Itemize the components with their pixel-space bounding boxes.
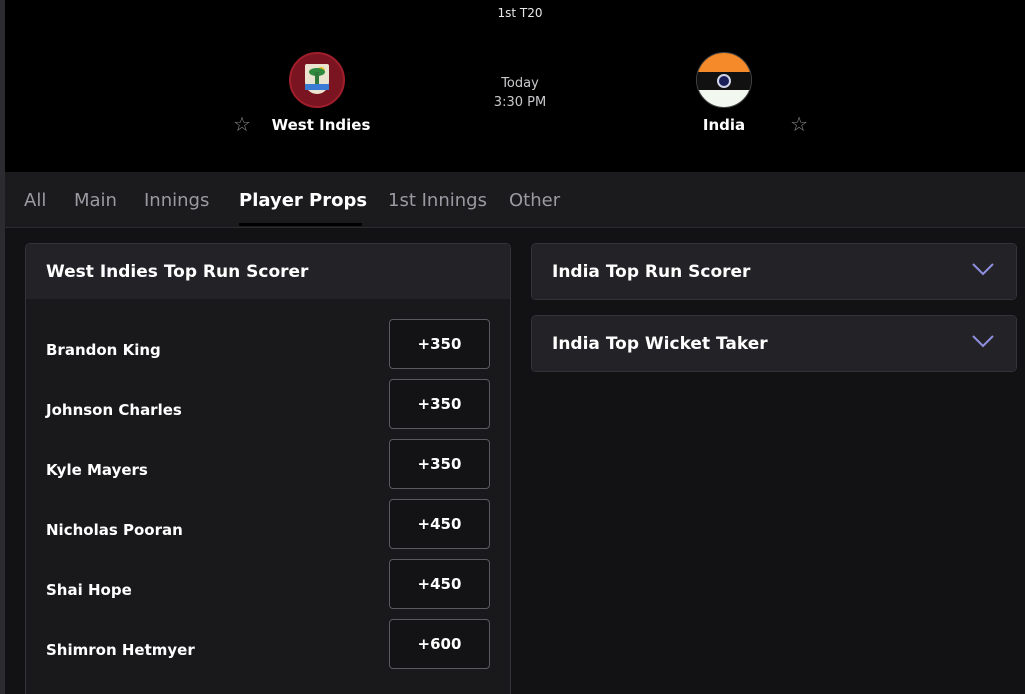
match-day: Today (501, 76, 539, 91)
selection-row: Nicholas Pooran +450 (26, 499, 512, 559)
player-name: Kyle Mayers (46, 461, 148, 479)
active-tab-indicator (239, 223, 362, 226)
home-team-name: West Indies (271, 116, 371, 134)
market-india-top-run-scorer[interactable]: India Top Run Scorer (531, 243, 1017, 300)
india-flag-logo (696, 52, 752, 108)
selection-row: Shimron Hetmyer +600 (26, 619, 512, 679)
odds-button[interactable]: +450 (389, 499, 490, 549)
ashoka-chakra-icon (717, 73, 731, 88)
player-name: Shimron Hetmyer (46, 641, 195, 659)
selection-row: Kyle Mayers +350 (26, 439, 512, 499)
chevron-down-icon[interactable] (972, 262, 994, 276)
odds-button[interactable]: +350 (389, 439, 490, 489)
selection-row: Brandon King +350 (26, 319, 512, 379)
market-title[interactable]: India Top Run Scorer (532, 244, 1016, 299)
favorite-star-icon[interactable]: ☆ (233, 114, 251, 134)
market-wi-top-run-scorer: West Indies Top Run Scorer Brandon King … (25, 243, 511, 694)
tab-innings[interactable]: Innings (144, 190, 209, 211)
odds-button[interactable]: +450 (389, 559, 490, 609)
tab-player-props[interactable]: Player Props (239, 190, 367, 211)
match-header: 1st T20 ☆ West Indies Today 3:30 PM Indi… (5, 0, 1025, 172)
match-type-label: 1st T20 (497, 6, 543, 20)
market-india-top-wicket-taker[interactable]: India Top Wicket Taker (531, 315, 1017, 372)
team-away: India ☆ (664, 52, 808, 136)
favorite-star-icon[interactable]: ☆ (790, 114, 808, 134)
market-tabs: All Main Innings Player Props 1st Inning… (5, 172, 1025, 228)
odds-button[interactable]: +600 (389, 619, 490, 669)
selection-row: Johnson Charles +350 (26, 379, 512, 439)
chevron-down-icon[interactable] (972, 334, 994, 348)
away-team-name: India (702, 116, 746, 134)
tab-main[interactable]: Main (74, 190, 117, 211)
market-title[interactable]: India Top Wicket Taker (532, 316, 1016, 371)
match-start-time: Today 3:30 PM (5, 74, 1025, 112)
match-clock-time: 3:30 PM (493, 95, 547, 110)
tab-other[interactable]: Other (509, 190, 560, 211)
player-name: Johnson Charles (46, 401, 182, 419)
odds-button[interactable]: +350 (389, 379, 490, 429)
tab-1st-innings[interactable]: 1st Innings (388, 190, 487, 211)
player-name: Shai Hope (46, 581, 132, 599)
tab-all[interactable]: All (24, 190, 46, 211)
page: 1st T20 ☆ West Indies Today 3:30 PM Indi… (0, 0, 1025, 694)
player-name: Brandon King (46, 341, 161, 359)
player-name: Nicholas Pooran (46, 521, 183, 539)
market-title[interactable]: West Indies Top Run Scorer (26, 244, 510, 299)
selection-row: Shai Hope +450 (26, 559, 512, 619)
odds-button[interactable]: +350 (389, 319, 490, 369)
